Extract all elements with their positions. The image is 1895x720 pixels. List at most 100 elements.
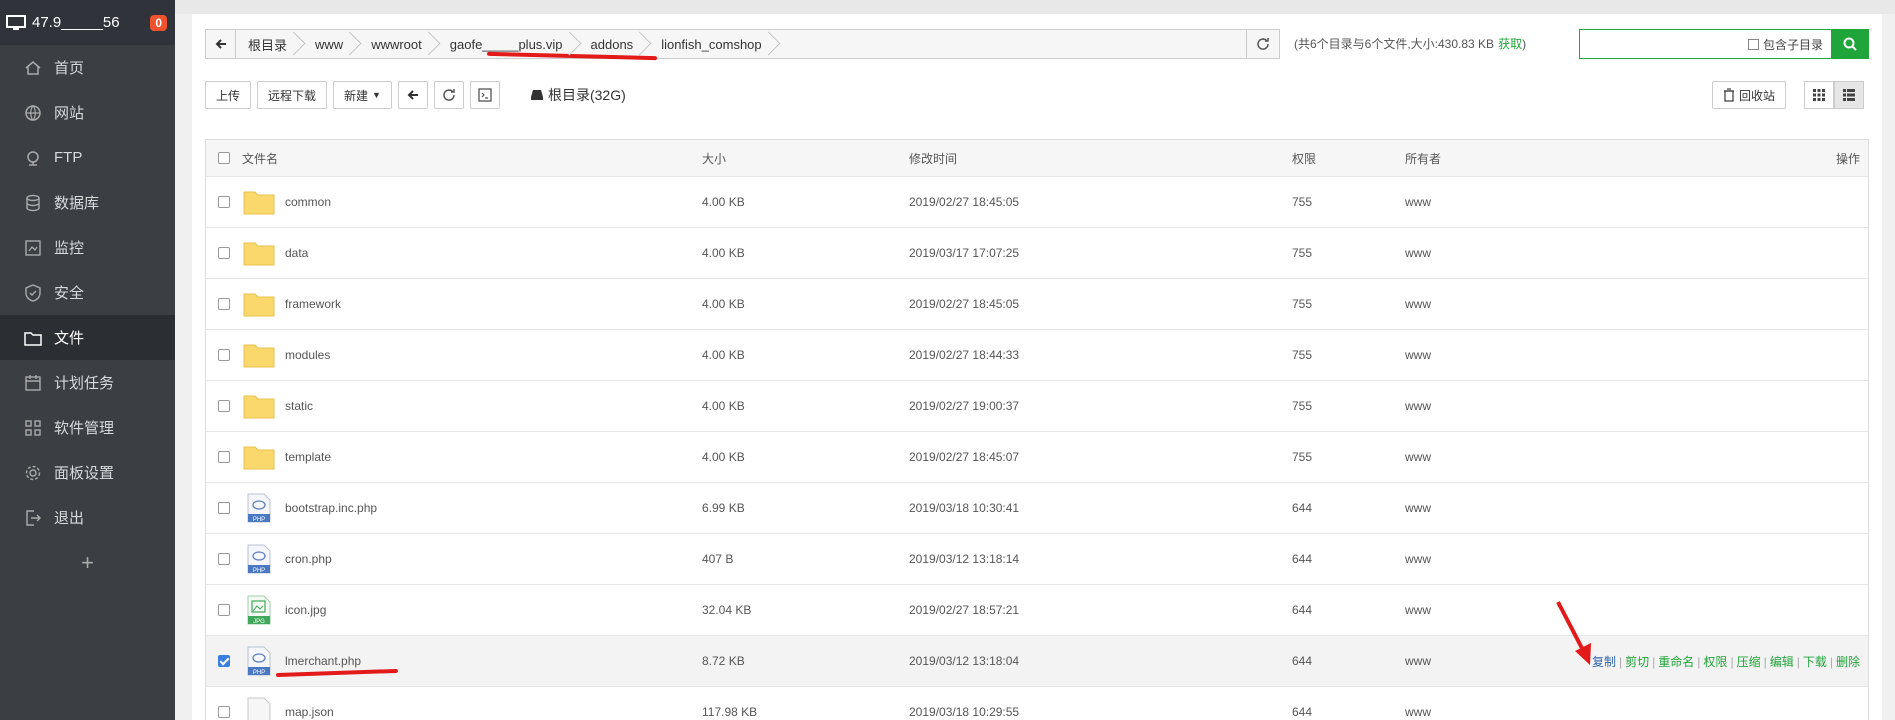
- col-time[interactable]: 修改时间: [909, 150, 1292, 167]
- file-name[interactable]: data: [285, 246, 308, 260]
- file-perm[interactable]: 644: [1292, 705, 1405, 719]
- terminal-button[interactable]: [469, 81, 500, 109]
- sidebar-item-home[interactable]: 首页: [0, 45, 175, 90]
- breadcrumb-item[interactable]: wwwroot: [353, 30, 432, 58]
- action-0-link[interactable]: 复制: [1592, 655, 1616, 669]
- action-7-link[interactable]: 删除: [1836, 655, 1860, 669]
- sidebar-item-monitor[interactable]: 监控: [0, 225, 175, 270]
- file-perm[interactable]: 755: [1292, 195, 1405, 209]
- file-perm[interactable]: 755: [1292, 246, 1405, 260]
- get-size-link[interactable]: 获取: [1498, 37, 1522, 51]
- subdir-check[interactable]: [1747, 38, 1759, 50]
- table-row[interactable]: common 4.00 KB 2019/02/27 18:45:05 755 www: [206, 177, 1868, 228]
- list-view-button[interactable]: [1834, 81, 1864, 109]
- file-name-cell[interactable]: framework: [242, 289, 702, 319]
- file-name-cell[interactable]: static: [242, 391, 702, 421]
- row-checkbox[interactable]: [218, 655, 230, 667]
- sidebar-item-globe[interactable]: 网站: [0, 90, 175, 135]
- file-perm[interactable]: 755: [1292, 399, 1405, 413]
- include-subdir-checkbox[interactable]: 包含子目录: [1747, 36, 1823, 53]
- table-row[interactable]: PHP lmerchant.php 8.72 KB 2019/03/12 13:18:…: [206, 636, 1868, 687]
- action-4-link[interactable]: 压缩: [1737, 655, 1761, 669]
- path-back-button[interactable]: [206, 30, 236, 58]
- table-row[interactable]: template 4.00 KB 2019/02/27 18:45:07 755 www: [206, 432, 1868, 483]
- action-5-link[interactable]: 编辑: [1770, 655, 1794, 669]
- table-row[interactable]: modules 4.00 KB 2019/02/27 18:44:33 755 www: [206, 330, 1868, 381]
- notification-badge[interactable]: 0: [150, 14, 167, 31]
- file-name-cell[interactable]: JPG icon.jpg: [242, 595, 702, 625]
- action-1-link[interactable]: 剪切: [1625, 655, 1649, 669]
- new-button[interactable]: 新建 ▼: [333, 81, 392, 109]
- file-name[interactable]: modules: [285, 348, 330, 362]
- add-icon[interactable]: +: [0, 550, 175, 576]
- row-checkbox[interactable]: [218, 196, 230, 208]
- recycle-bin-button[interactable]: 回收站: [1712, 81, 1787, 109]
- col-name[interactable]: 文件名: [242, 150, 702, 167]
- sidebar-item-apps[interactable]: 软件管理: [0, 405, 175, 450]
- file-name[interactable]: map.json: [285, 705, 334, 719]
- breadcrumb-item[interactable]: lionfish_comshop: [643, 30, 771, 58]
- file-name[interactable]: bootstrap.inc.php: [285, 501, 377, 515]
- sidebar-item-calendar[interactable]: 计划任务: [0, 360, 175, 405]
- search-input[interactable]: [1580, 30, 1748, 58]
- row-checkbox[interactable]: [218, 502, 230, 514]
- table-row[interactable]: static 4.00 KB 2019/02/27 19:00:37 755 www: [206, 381, 1868, 432]
- file-name-cell[interactable]: map.json: [242, 697, 702, 720]
- file-name[interactable]: icon.jpg: [285, 603, 326, 617]
- file-perm[interactable]: 755: [1292, 297, 1405, 311]
- action-6-link[interactable]: 下载: [1803, 655, 1827, 669]
- action-2-link[interactable]: 重命名: [1658, 655, 1694, 669]
- file-name-cell[interactable]: common: [242, 187, 702, 217]
- table-row[interactable]: PHP cron.php 407 B 2019/03/12 13:18:14 644 ww…: [206, 534, 1868, 585]
- file-name[interactable]: common: [285, 195, 331, 209]
- file-name[interactable]: framework: [285, 297, 341, 311]
- file-name-cell[interactable]: PHP bootstrap.inc.php: [242, 493, 702, 523]
- row-checkbox[interactable]: [218, 706, 230, 718]
- server-host[interactable]: 47.9_____56 0: [0, 0, 175, 45]
- file-name[interactable]: template: [285, 450, 331, 464]
- disk-selector[interactable]: 根目录(32G): [530, 85, 626, 105]
- file-perm[interactable]: 644: [1292, 654, 1405, 668]
- row-checkbox[interactable]: [218, 451, 230, 463]
- table-row[interactable]: JPG icon.jpg 32.04 KB 2019/02/27 18:57:21 64…: [206, 585, 1868, 636]
- sidebar-item-logout[interactable]: 退出: [0, 495, 175, 540]
- sidebar-item-database[interactable]: 数据库: [0, 180, 175, 225]
- row-checkbox[interactable]: [218, 247, 230, 259]
- row-checkbox[interactable]: [218, 553, 230, 565]
- upload-button[interactable]: 上传: [205, 81, 252, 109]
- file-name-cell[interactable]: template: [242, 442, 702, 472]
- table-row[interactable]: framework 4.00 KB 2019/02/27 18:45:05 755 ww…: [206, 279, 1868, 330]
- file-perm[interactable]: 644: [1292, 501, 1405, 515]
- row-checkbox[interactable]: [218, 349, 230, 361]
- file-name[interactable]: static: [285, 399, 313, 413]
- refresh-button[interactable]: [433, 81, 464, 109]
- file-perm[interactable]: 755: [1292, 348, 1405, 362]
- file-perm[interactable]: 755: [1292, 450, 1405, 464]
- file-perm[interactable]: 644: [1292, 552, 1405, 566]
- sidebar-item-gear[interactable]: 面板设置: [0, 450, 175, 495]
- row-checkbox[interactable]: [218, 298, 230, 310]
- sidebar-item-ftp[interactable]: FTP: [0, 135, 175, 180]
- search-button[interactable]: [1831, 29, 1869, 59]
- table-row[interactable]: PHP bootstrap.inc.php 6.99 KB 2019/03/18 10…: [206, 483, 1868, 534]
- file-name-cell[interactable]: modules: [242, 340, 702, 370]
- table-row[interactable]: map.json 117.98 KB 2019/03/18 10:29:55 644 w…: [206, 687, 1868, 720]
- breadcrumb-item[interactable]: www: [297, 30, 353, 58]
- table-row[interactable]: data 4.00 KB 2019/03/17 17:07:25 755 www: [206, 228, 1868, 279]
- path-refresh-button[interactable]: [1246, 30, 1279, 58]
- row-checkbox[interactable]: [218, 400, 230, 412]
- action-3-link[interactable]: 权限: [1703, 655, 1727, 669]
- grid-view-button[interactable]: [1804, 81, 1834, 109]
- breadcrumb-item[interactable]: 根目录: [236, 30, 297, 58]
- sidebar-item-shield[interactable]: 安全: [0, 270, 175, 315]
- file-name-cell[interactable]: data: [242, 238, 702, 268]
- file-perm[interactable]: 644: [1292, 603, 1405, 617]
- file-name[interactable]: cron.php: [285, 552, 332, 566]
- sidebar-item-folder[interactable]: 文件: [0, 315, 175, 360]
- col-size[interactable]: 大小: [702, 150, 909, 167]
- row-checkbox[interactable]: [218, 604, 230, 616]
- file-name-cell[interactable]: PHP cron.php: [242, 544, 702, 574]
- file-name[interactable]: lmerchant.php: [285, 654, 361, 668]
- select-all-checkbox[interactable]: [218, 152, 230, 164]
- back-button[interactable]: [397, 81, 428, 109]
